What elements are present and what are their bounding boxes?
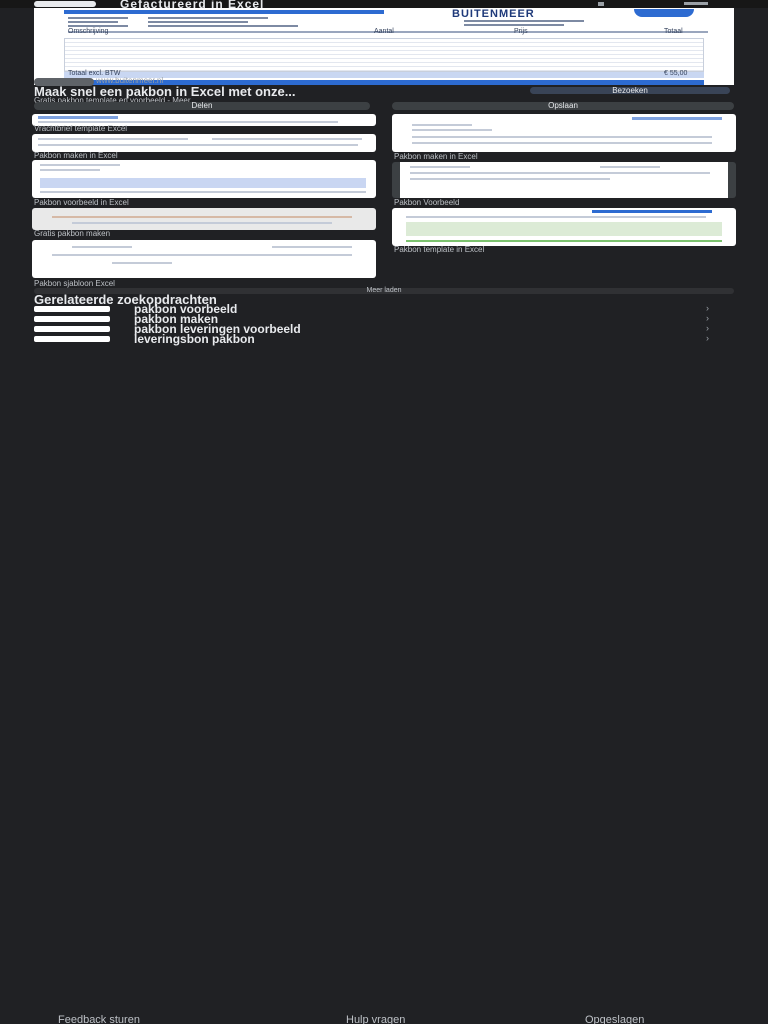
- visit-button[interactable]: Bezoeken: [530, 87, 730, 95]
- col-price: Prijs: [514, 28, 528, 35]
- related-item[interactable]: leveringsbon pakbon ›: [34, 332, 734, 346]
- doc-table-grid: [64, 38, 704, 72]
- thumb-4[interactable]: [32, 208, 376, 230]
- thumb-caption: Vrachtbrief template Excel: [34, 124, 128, 133]
- thumb-caption: Pakbon maken in Excel: [34, 151, 118, 160]
- related-thumb: [34, 306, 110, 312]
- top-bar: [0, 0, 768, 8]
- chevron-right-icon: ›: [706, 313, 709, 323]
- hero-image[interactable]: BUITENMEER Omschrijving Aantal Prijs Tot…: [34, 8, 734, 85]
- thumb-caption: Gratis pakbon maken: [34, 229, 111, 238]
- thumb-caption: Pakbon template in Excel: [394, 245, 485, 254]
- save-button[interactable]: Opslaan: [392, 102, 734, 110]
- related-thumb: [34, 326, 110, 332]
- col-total: Totaal: [664, 28, 683, 35]
- google-logo[interactable]: [34, 1, 96, 7]
- close-icon[interactable]: [598, 2, 604, 6]
- share-button[interactable]: Delen: [34, 102, 370, 110]
- thumb-2[interactable]: [32, 134, 376, 152]
- related-label: leveringsbon pakbon: [134, 332, 255, 346]
- saved-link[interactable]: Opgeslagen: [585, 1014, 644, 1024]
- thumb-caption: Pakbon Voorbeeld: [394, 198, 460, 207]
- col-quantity: Aantal: [374, 28, 394, 35]
- chevron-right-icon: ›: [706, 333, 709, 343]
- thumb-8[interactable]: [392, 208, 736, 246]
- totals-value: € 55,00: [664, 70, 688, 77]
- thumb-caption: Pakbon voorbeeld in Excel: [34, 198, 129, 207]
- thumb-6[interactable]: [392, 114, 736, 152]
- doc-header-band: [64, 10, 384, 14]
- thumb-caption: Pakbon maken in Excel: [394, 152, 478, 161]
- doc-logo-swoosh: [634, 9, 694, 17]
- doc-title: BUITENMEER: [452, 8, 535, 20]
- related-thumb: [34, 336, 110, 342]
- thumb-3[interactable]: [32, 160, 376, 198]
- help-link[interactable]: Hulp vragen: [346, 1014, 405, 1024]
- col-description: Omschrijving: [68, 28, 109, 35]
- thumb-7[interactable]: [392, 162, 736, 198]
- thumb-5[interactable]: [32, 240, 376, 278]
- menu-icon[interactable]: [684, 2, 708, 5]
- feedback-link[interactable]: Feedback sturen: [58, 1014, 140, 1024]
- thumb-caption: Pakbon sjabloon Excel: [34, 279, 115, 288]
- chevron-right-icon: ›: [706, 303, 709, 313]
- chevron-right-icon: ›: [706, 323, 709, 333]
- related-thumb: [34, 316, 110, 322]
